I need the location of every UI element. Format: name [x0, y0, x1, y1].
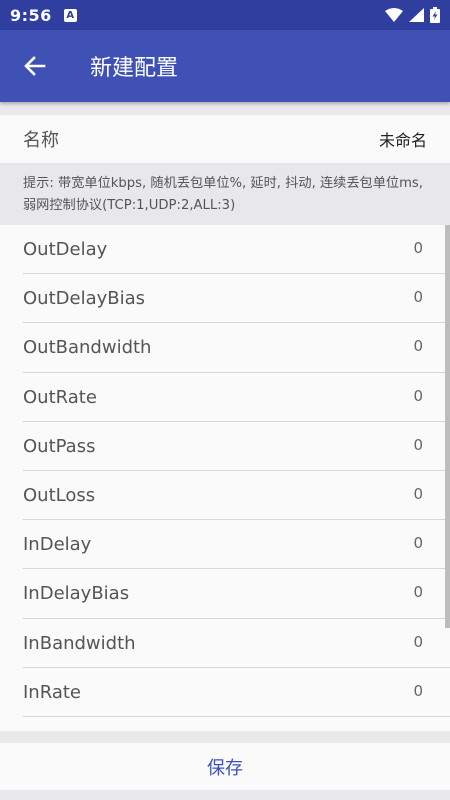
param-key: InRate: [23, 681, 81, 703]
page-title: 新建配置: [90, 56, 179, 81]
param-key: OutDelayBias: [23, 288, 146, 310]
param-value[interactable]: 0: [413, 436, 423, 454]
param-value[interactable]: 0: [413, 387, 423, 405]
param-key: InDelay: [23, 534, 92, 556]
app-bar: 新建配置: [0, 30, 450, 102]
param-row-in-rate[interactable]: InRate 0: [0, 668, 450, 718]
param-value[interactable]: 0: [413, 534, 423, 552]
status-bar: 9:56 A: [0, 0, 450, 30]
param-key: OutPass: [23, 435, 96, 457]
name-field-row[interactable]: 名称 未命名: [0, 115, 450, 163]
param-value[interactable]: 0: [413, 288, 423, 306]
param-row-in-delay-bias[interactable]: InDelayBias 0: [0, 569, 450, 619]
back-button[interactable]: [0, 30, 70, 102]
param-key: InDelayBias: [23, 583, 130, 605]
param-row-in-bandwidth[interactable]: InBandwidth 0: [0, 619, 450, 668]
scrollbar[interactable]: [445, 225, 450, 628]
arrow-left-icon: [24, 56, 46, 76]
param-key: OutLoss: [23, 485, 96, 507]
param-value[interactable]: 0: [413, 682, 423, 700]
param-list[interactable]: OutDelay 0 OutDelayBias 0 OutBandwidth 0…: [0, 225, 450, 731]
param-row-out-loss[interactable]: OutLoss 0: [0, 471, 450, 521]
param-value[interactable]: 0: [413, 583, 423, 601]
param-value[interactable]: 0: [413, 337, 423, 355]
param-row-out-delay[interactable]: OutDelay 0: [0, 225, 450, 275]
param-row-in-delay[interactable]: InDelay 0: [0, 520, 450, 570]
hint-text: 提示: 带宽单位kbps, 随机丢包单位%, 延时, 抖动, 连续丢包单位ms,…: [0, 163, 450, 225]
param-row-out-bandwidth[interactable]: OutBandwidth 0: [0, 323, 450, 373]
wifi-icon: [385, 8, 403, 22]
param-key: OutBandwidth: [23, 337, 152, 359]
notification-icon: A: [63, 8, 77, 22]
status-icons: [385, 7, 440, 23]
param-value[interactable]: 0: [413, 239, 423, 257]
status-time: 9:56: [10, 5, 52, 25]
name-field-label: 名称: [23, 130, 59, 151]
save-button[interactable]: 保存: [0, 743, 450, 790]
param-key: OutDelay: [23, 239, 108, 261]
param-key: InBandwidth: [23, 632, 136, 654]
name-field-value[interactable]: 未命名: [379, 127, 427, 151]
param-row-out-pass[interactable]: OutPass 0: [0, 422, 450, 472]
param-key: OutRate: [23, 386, 97, 408]
param-row-out-delay-bias[interactable]: OutDelayBias 0: [0, 274, 450, 324]
param-row-out-rate[interactable]: OutRate 0: [0, 373, 450, 422]
param-value[interactable]: 0: [413, 485, 423, 503]
param-value[interactable]: 0: [413, 633, 423, 651]
cell-signal-icon: [409, 8, 424, 22]
battery-charging-icon: [430, 7, 440, 23]
